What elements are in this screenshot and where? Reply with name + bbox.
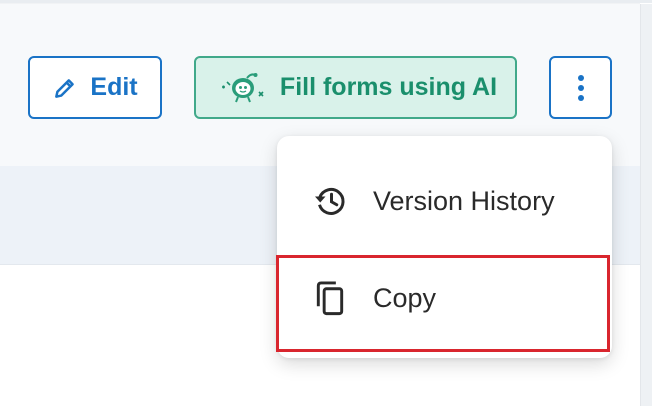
copy-icon [310,279,350,319]
fill-forms-ai-label: Fill forms using AI [279,73,498,101]
menu-item-label: Version History [373,185,555,216]
menu-item-version-history[interactable]: Version History [277,154,612,248]
more-options-button[interactable] [549,56,612,119]
edit-button[interactable]: Edit [28,56,162,119]
menu-item-label: Copy [373,283,437,313]
more-options-menu: Version History Copy [277,136,612,358]
pencil-icon [52,75,78,101]
scrollbar-track[interactable] [640,4,652,406]
fill-forms-ai-button[interactable]: Fill forms using AI [194,56,517,119]
robot-mascot-icon [218,70,268,106]
edit-button-label: Edit [90,73,138,101]
menu-item-copy[interactable]: Copy [277,253,612,344]
history-icon [310,181,350,221]
vertical-ellipsis-icon [576,73,586,103]
